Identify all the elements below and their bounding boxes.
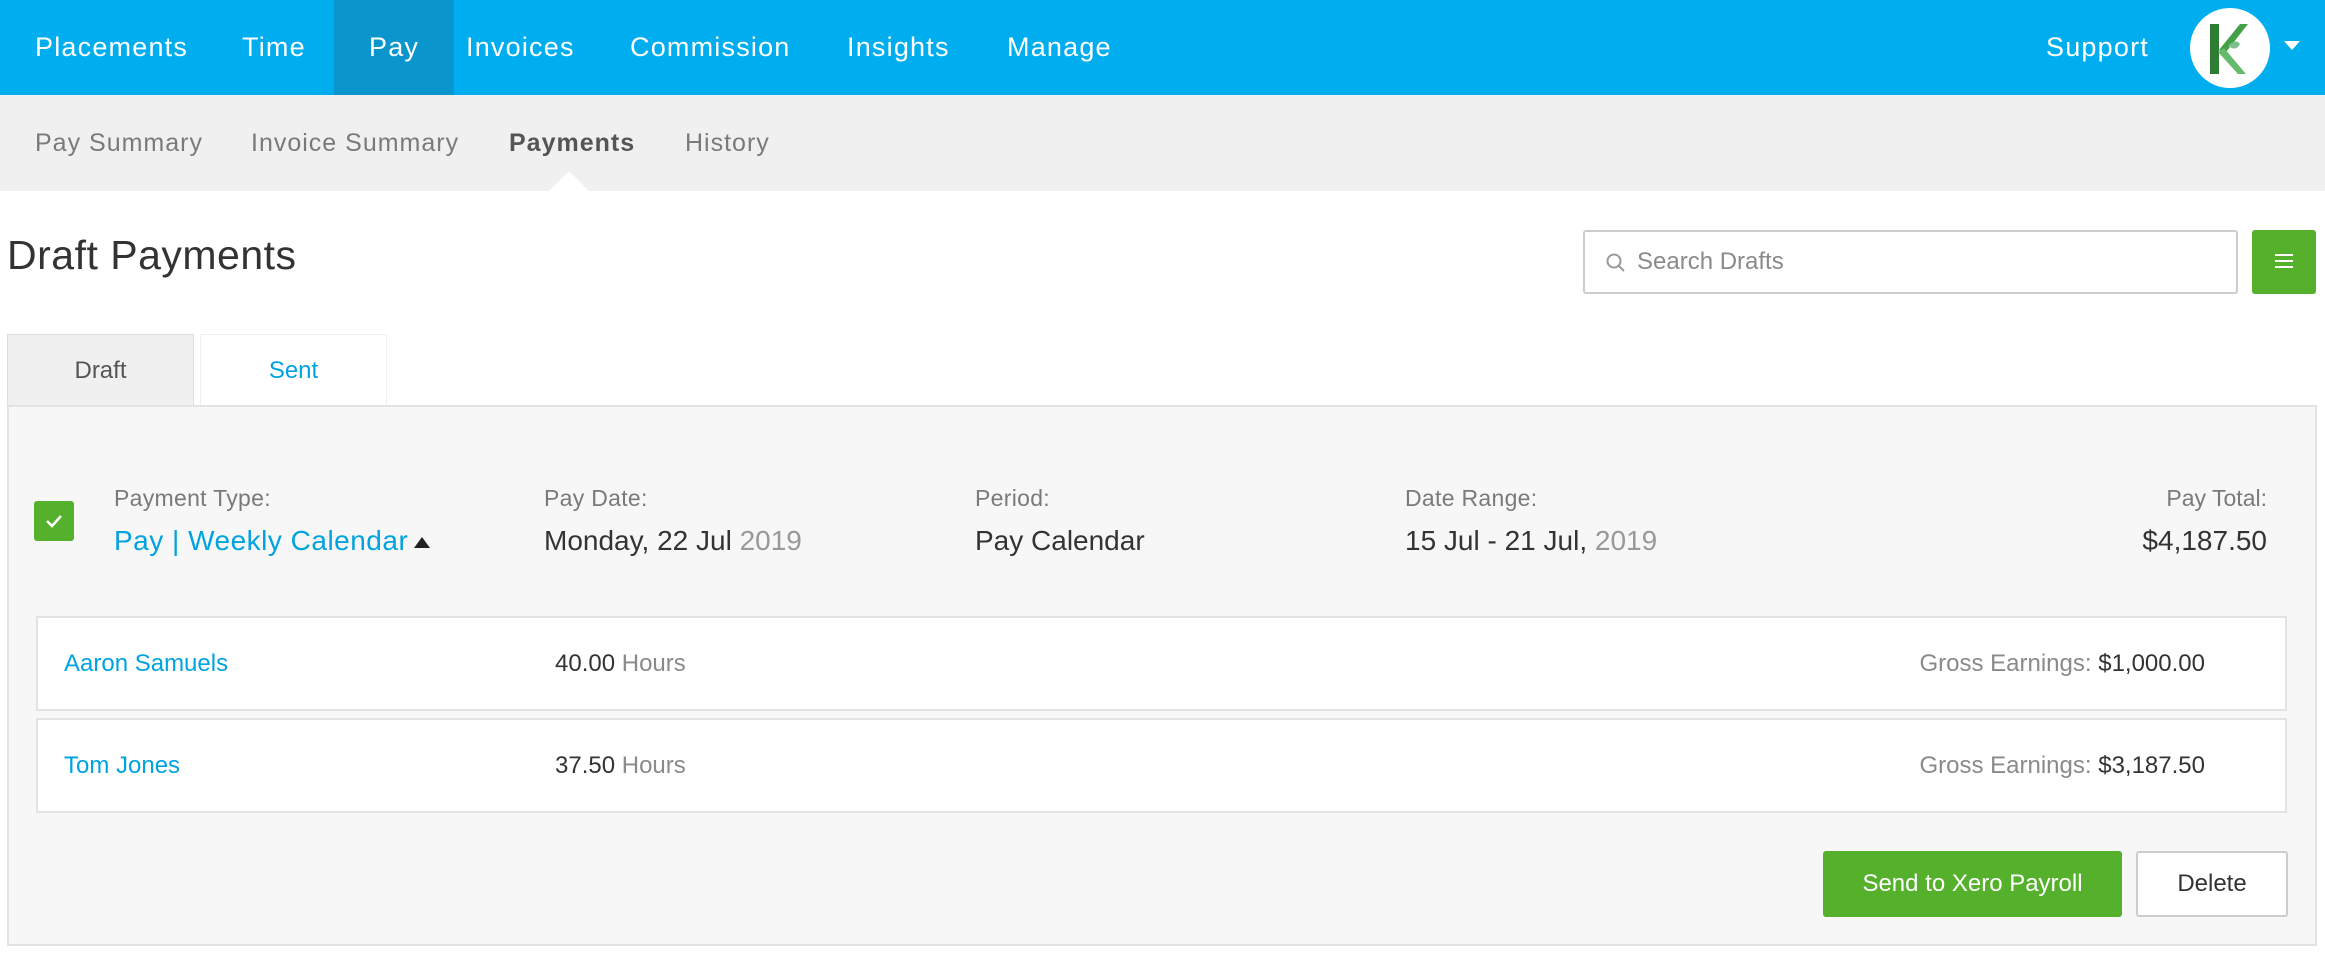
date-range-main: 15 Jul - 21 Jul, bbox=[1405, 525, 1588, 556]
gross-earnings-value: $1,000.00 bbox=[2098, 650, 2205, 677]
nav-placements[interactable]: Placements bbox=[0, 0, 223, 95]
page-title: Draft Payments bbox=[7, 232, 297, 278]
pay-total-value: $4,187.50 bbox=[2142, 525, 2267, 556]
top-navigation-bar: Placements Time Pay Invoices Commission … bbox=[0, 0, 2325, 95]
nav-invoices[interactable]: Invoices bbox=[431, 0, 610, 95]
tab-draft[interactable]: Draft bbox=[7, 334, 194, 406]
subnav-invoice-summary[interactable]: Invoice Summary bbox=[251, 95, 459, 191]
hamburger-menu-line bbox=[2275, 266, 2293, 268]
pay-date-main: Monday, 22 Jul bbox=[544, 525, 732, 556]
period-label: Period: bbox=[975, 485, 1050, 511]
hours-unit: Hours bbox=[621, 752, 686, 779]
tab-sent[interactable]: Sent bbox=[200, 334, 387, 406]
search-input[interactable] bbox=[1637, 236, 2227, 288]
sub-navigation-bar: Pay Summary Invoice Summary Payments His… bbox=[0, 95, 2325, 191]
nav-insights[interactable]: Insights bbox=[812, 0, 985, 95]
nav-time[interactable]: Time bbox=[207, 0, 341, 95]
brand-logo-icon bbox=[2210, 24, 2248, 74]
date-range-label: Date Range: bbox=[1405, 485, 1538, 511]
search-icon bbox=[1606, 253, 1625, 272]
table-row: Tom Jones 37.50 Hours Gross Earnings: $3… bbox=[36, 718, 2287, 813]
delete-button[interactable]: Delete bbox=[2136, 851, 2288, 917]
subnav-pay-summary[interactable]: Pay Summary bbox=[35, 95, 203, 191]
pay-date-value: Monday, 22 Jul 2019 bbox=[544, 525, 802, 557]
pay-date-label: Pay Date: bbox=[544, 485, 648, 511]
period-value: Pay Calendar bbox=[975, 525, 1145, 556]
user-avatar[interactable] bbox=[2190, 8, 2270, 88]
gross-earnings-label: Gross Earnings: bbox=[1919, 752, 2092, 779]
hamburger-menu-button[interactable] bbox=[2252, 230, 2316, 294]
gross-earnings-label: Gross Earnings: bbox=[1919, 650, 2092, 677]
checkmark-icon bbox=[46, 515, 62, 528]
date-range-value: 15 Jul - 21 Jul, 2019 bbox=[1405, 525, 1657, 557]
caret-down-icon[interactable] bbox=[2284, 41, 2300, 50]
hours-number: 40.00 bbox=[555, 650, 616, 677]
pay-total-label: Pay Total: bbox=[2166, 485, 2267, 511]
support-link[interactable]: Support bbox=[2046, 0, 2149, 95]
nav-manage[interactable]: Manage bbox=[972, 0, 1147, 95]
gross-earnings-value: $3,187.50 bbox=[2098, 752, 2205, 779]
hamburger-menu-line bbox=[2275, 260, 2293, 262]
employee-name-link[interactable]: Aaron Samuels bbox=[64, 618, 228, 709]
hours-unit: Hours bbox=[621, 650, 686, 677]
payment-type-value[interactable]: Pay | Weekly Calendar bbox=[114, 525, 408, 557]
caret-up-icon[interactable] bbox=[414, 537, 430, 548]
nav-commission[interactable]: Commission bbox=[595, 0, 826, 95]
gross-earnings: Gross Earnings: $1,000.00 bbox=[1919, 618, 2205, 709]
active-subnav-pointer bbox=[549, 171, 589, 191]
employee-name-link[interactable]: Tom Jones bbox=[64, 720, 180, 811]
search-drafts-field[interactable] bbox=[1583, 230, 2238, 294]
gross-earnings: Gross Earnings: $3,187.50 bbox=[1919, 720, 2205, 811]
hours-value: 40.00 Hours bbox=[555, 618, 686, 709]
date-range-year: 2019 bbox=[1594, 525, 1658, 556]
hours-value: 37.50 Hours bbox=[555, 720, 686, 811]
payment-select-checkbox[interactable] bbox=[34, 501, 74, 541]
hours-number: 37.50 bbox=[555, 752, 616, 779]
subnav-history[interactable]: History bbox=[685, 95, 770, 191]
table-row: Aaron Samuels 40.00 Hours Gross Earnings… bbox=[36, 616, 2287, 711]
pay-date-year: 2019 bbox=[739, 525, 802, 556]
hamburger-menu-icon bbox=[2275, 254, 2293, 256]
send-to-xero-payroll-button[interactable]: Send to Xero Payroll bbox=[1823, 851, 2122, 917]
payment-type-label: Payment Type: bbox=[114, 485, 271, 511]
